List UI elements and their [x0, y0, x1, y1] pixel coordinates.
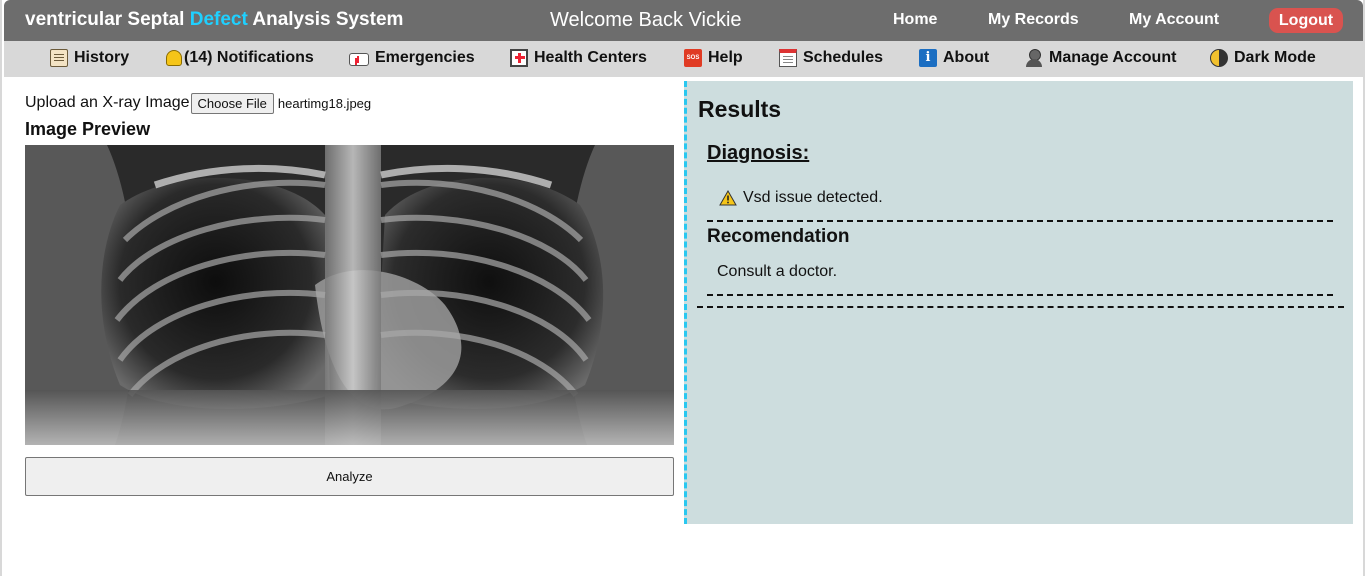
- brand-title: ventricular Septal Defect Analysis Syste…: [25, 9, 404, 30]
- subnav-item-emergencies[interactable]: Emergencies: [349, 47, 475, 69]
- subnav-item-dark-mode[interactable]: Dark Mode: [1210, 47, 1316, 69]
- nav-my-records-link[interactable]: My Records: [988, 11, 1079, 29]
- results-title: Results: [698, 96, 782, 122]
- warning-icon: [719, 190, 737, 206]
- half-moon-icon: [1210, 49, 1228, 67]
- recommendation-text: Consult a doctor.: [717, 263, 838, 280]
- upload-panel: Upload an X-ray Image Choose File hearti…: [25, 90, 675, 496]
- divider: [707, 294, 1333, 296]
- subnav-item-about[interactable]: i About: [919, 47, 989, 69]
- welcome-message: Welcome Back Vickie: [550, 9, 742, 31]
- subnav-item-help[interactable]: SOS Help: [684, 47, 743, 69]
- subnav-item-notifications[interactable]: (14) Notifications: [166, 47, 314, 69]
- diagnosis-title: Diagnosis:: [707, 142, 810, 164]
- top-bar: ventricular Septal Defect Analysis Syste…: [4, 0, 1363, 41]
- subnav-item-manage-account[interactable]: Manage Account: [1025, 47, 1176, 69]
- divider: [707, 220, 1333, 222]
- recommendation-title: Recomendation: [707, 226, 850, 247]
- subnav-item-history[interactable]: History: [50, 47, 129, 69]
- secondary-nav: History (14) Notifications Emergencies H…: [4, 41, 1363, 77]
- ambulance-icon: [349, 52, 369, 66]
- scroll-icon: [50, 49, 68, 67]
- hospital-icon: [510, 49, 528, 67]
- sos-icon: SOS: [684, 49, 702, 67]
- divider: [697, 306, 1344, 308]
- analyze-button[interactable]: Analyze: [25, 457, 674, 496]
- info-icon: i: [919, 49, 937, 67]
- image-preview-title: Image Preview: [25, 119, 151, 139]
- bell-icon: [166, 50, 182, 66]
- diagnosis-text: Vsd issue detected.: [743, 189, 883, 206]
- results-panel: Results Diagnosis: Vsd issue detected. R…: [684, 81, 1353, 524]
- person-icon: [1025, 49, 1043, 67]
- upload-label: Upload an X-ray Image: [25, 94, 190, 111]
- subnav-item-health-centers[interactable]: Health Centers: [510, 47, 647, 69]
- xray-preview-image: [25, 145, 674, 445]
- diagnosis-line: Vsd issue detected.: [719, 189, 883, 207]
- nav-home-link[interactable]: Home: [893, 11, 937, 29]
- upload-row: Upload an X-ray Image Choose File hearti…: [25, 90, 675, 116]
- nav-my-account-link[interactable]: My Account: [1129, 11, 1219, 29]
- logout-button[interactable]: Logout: [1269, 8, 1343, 33]
- calendar-icon: [779, 49, 797, 67]
- choose-file-button[interactable]: Choose File: [190, 92, 274, 114]
- subnav-item-schedules[interactable]: Schedules: [779, 47, 883, 69]
- selected-filename: heartimg18.jpeg: [277, 95, 372, 111]
- app-frame: ventricular Septal Defect Analysis Syste…: [0, 0, 1365, 576]
